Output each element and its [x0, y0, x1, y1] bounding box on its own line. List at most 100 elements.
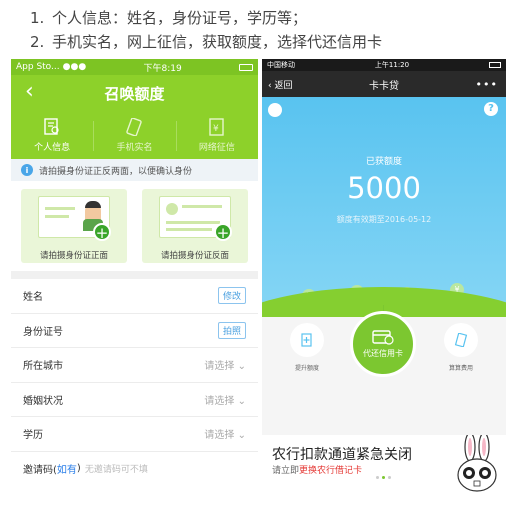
chevron-down-icon: ⌄: [237, 395, 246, 407]
carrier-text: App Sto...: [16, 62, 60, 72]
calculator-icon: [454, 333, 468, 347]
quota-amount: 5000: [347, 171, 421, 205]
left-phone-screen: App Sto... ●●● 下午8:19 ‹ 召唤额度 个人信息 手机实名 ¥…: [11, 59, 258, 495]
more-icon[interactable]: •••: [476, 78, 498, 91]
add-document-icon: [301, 333, 312, 347]
page-title: 召唤额度: [104, 84, 165, 103]
banner-subtitle: 请立即更换农行借记卡: [272, 463, 362, 476]
back-label: 返回: [274, 80, 293, 91]
id-front-card[interactable]: + 请拍摄身份证正面: [21, 189, 127, 263]
notice-text: 请拍摄身份证正反两面，以便确认身份: [39, 166, 193, 177]
tab-label: 个人信息: [34, 142, 71, 153]
id-photo-cards: + 请拍摄身份证正面 + 请拍摄身份证反面: [11, 181, 258, 271]
add-photo-plus-icon[interactable]: +: [214, 223, 232, 242]
carousel-dots: [376, 476, 391, 479]
tab-label: 网络征信: [198, 142, 235, 153]
info-form: 姓名 修改 身份证号 拍照 所在城市 请选择 ⌄ 婚姻状况 请选择 ⌄ 学历 请…: [11, 279, 258, 486]
instruction-item: 2. 手机实名，网上征信，获取额度，选择代还信用卡: [30, 30, 382, 54]
carousel-dot: [376, 476, 379, 479]
id-notice-bar: i 请拍摄身份证正反两面，以便确认身份: [11, 159, 258, 181]
field-label: 所在城市: [23, 361, 63, 373]
form-row-marital[interactable]: 婚姻状况 请选择 ⌄: [11, 383, 258, 417]
carousel-dot: [382, 476, 385, 479]
field-label: 婚姻状况: [23, 395, 63, 407]
tab-phone-realname[interactable]: 手机实名: [93, 111, 175, 159]
id-back-card[interactable]: + 请拍摄身份证反面: [142, 189, 248, 263]
action-label: 提升额度: [294, 365, 319, 372]
instruction-number: 1.: [30, 9, 45, 27]
select-value: 请选择: [204, 395, 235, 407]
document-person-icon: [44, 117, 59, 135]
phone-icon: [126, 117, 143, 136]
back-chevron-icon[interactable]: ‹: [25, 79, 34, 104]
status-bar: App Sto... ●●● 下午8:19: [11, 59, 258, 75]
user-icon[interactable]: [268, 103, 282, 117]
right-phone-screen: 中国移动 上午11:20 ‹ 返回 卡卡贷 ••• ? 已获额度 5000 额度…: [262, 59, 506, 495]
form-row-id-number[interactable]: 身份证号 拍照: [11, 314, 258, 348]
nav-bar: ‹ 召唤额度: [11, 75, 258, 111]
battery-icon: [489, 62, 501, 68]
form-row-invite[interactable]: 邀请码(如有) 无邀请码可不填: [11, 452, 258, 487]
banner-sub-prefix: 请立即: [272, 466, 300, 476]
field-label: 身份证号: [23, 326, 63, 338]
marital-select[interactable]: 请选择 ⌄: [204, 392, 246, 407]
status-time: 下午8:19: [143, 63, 182, 74]
select-value: 请选择: [204, 430, 235, 442]
carousel-dot: [388, 476, 391, 479]
invite-code-input[interactable]: 无邀请码可不填: [85, 462, 148, 475]
instruction-text: 手机实名，网上征信，获取额度，选择代还信用卡: [52, 33, 383, 51]
education-select[interactable]: 请选择 ⌄: [204, 426, 246, 441]
credit-card-check-icon: [372, 330, 394, 345]
field-label: 邀请码(: [23, 465, 57, 477]
instructions-list: 1. 个人信息：姓名，身份证号，学历等； 2. 手机实名，网上征信，获取额度，选择代…: [30, 6, 382, 54]
field-label: 姓名: [23, 292, 43, 304]
raise-quota-button[interactable]: [290, 323, 324, 357]
nav-bar: ‹ 返回 卡卡贷 •••: [262, 71, 506, 97]
tab-credit-check[interactable]: ¥ 网络征信: [175, 111, 258, 159]
rabbit-mascot-icon: [457, 435, 497, 492]
banner-link[interactable]: 更换农行借记卡: [299, 466, 362, 476]
promo-banner[interactable]: 农行扣款通道紧急关闭 请立即更换农行借记卡: [262, 435, 506, 495]
select-value: 请选择: [204, 361, 235, 373]
card-label: 请拍摄身份证正面: [39, 251, 108, 261]
form-row-education[interactable]: 学历 请选择 ⌄: [11, 417, 258, 452]
svg-text:¥: ¥: [213, 124, 219, 134]
instruction-text: 个人信息：姓名，身份证号，学历等；: [52, 9, 308, 27]
calc-fee-button[interactable]: [444, 323, 478, 357]
signal-icon: ●●●: [62, 62, 87, 72]
add-photo-plus-icon[interactable]: +: [93, 223, 111, 242]
photo-button[interactable]: 拍照: [217, 321, 246, 339]
tab-label: 手机实名: [116, 142, 153, 153]
credit-report-icon: ¥: [209, 117, 224, 136]
edit-button[interactable]: 修改: [217, 287, 246, 305]
banner-title: 农行扣款通道紧急关闭: [272, 447, 412, 463]
tab-personal-info[interactable]: 个人信息: [11, 111, 93, 159]
help-icon[interactable]: ?: [484, 102, 498, 116]
status-time: 上午11:20: [374, 61, 410, 69]
main-action-label: 代还信用卡: [363, 349, 403, 358]
repay-credit-card-button[interactable]: 代还信用卡: [350, 311, 416, 377]
instruction-number: 2.: [30, 33, 45, 51]
field-label: 学历: [23, 430, 43, 442]
form-row-city[interactable]: 所在城市 请选择 ⌄: [11, 348, 258, 383]
battery-icon: [239, 63, 253, 71]
action-label: 算算费用: [448, 365, 473, 372]
section-divider: [11, 271, 258, 279]
form-row-name[interactable]: 姓名 修改: [11, 279, 258, 314]
card-label: 请拍摄身份证反面: [160, 251, 229, 261]
actions-area: 提升额度 代还信用卡 算算费用: [262, 305, 506, 441]
info-icon: i: [21, 164, 33, 176]
field-label-close: ): [76, 463, 81, 475]
chevron-down-icon: ⌄: [237, 430, 246, 442]
quota-hero: ? 已获额度 5000 额度有效期至2016-05-12 ¥ ¥ ¥ ¥ ¥ ¥…: [262, 97, 506, 317]
step-tabs: 个人信息 手机实名 ¥ 网络征信: [11, 111, 258, 159]
instruction-item: 1. 个人信息：姓名，身份证号，学历等；: [30, 6, 382, 30]
invite-link[interactable]: 如有: [57, 461, 77, 476]
quota-label: 已获额度: [365, 157, 402, 167]
status-bar: 中国移动 上午11:20: [262, 59, 506, 71]
back-button[interactable]: ‹ 返回: [268, 78, 292, 91]
carrier-text: 中国移动: [267, 61, 295, 69]
city-select[interactable]: 请选择 ⌄: [204, 357, 246, 372]
page-title: 卡卡贷: [369, 80, 399, 92]
quota-expiry: 额度有效期至2016-05-12: [336, 215, 432, 224]
